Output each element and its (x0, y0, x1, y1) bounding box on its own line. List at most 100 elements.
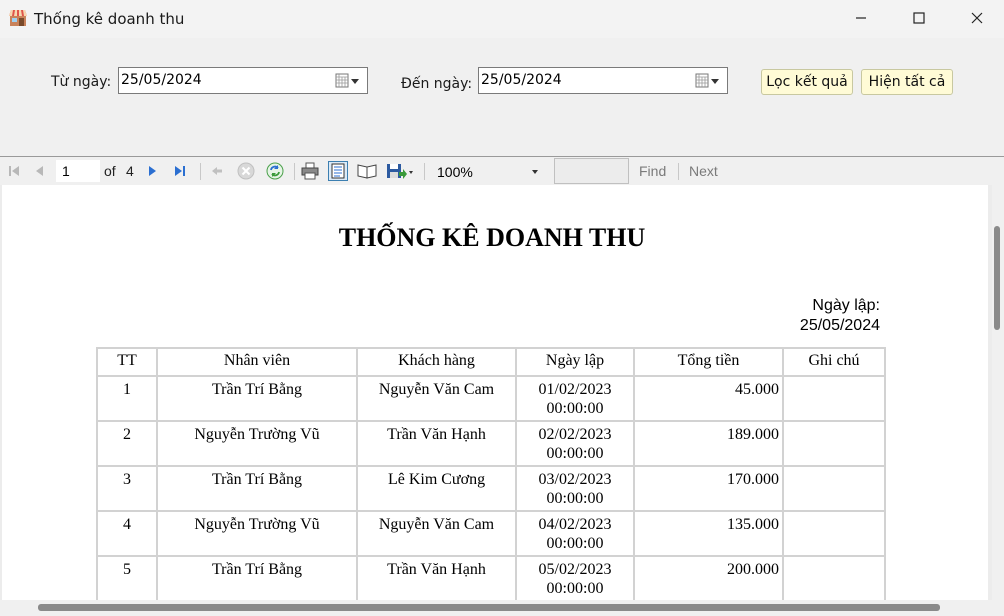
total-cell: 200.000 (633, 555, 784, 602)
back-button[interactable] (207, 161, 227, 181)
employee-cell: Trần Trí Bằng (156, 555, 358, 602)
note-cell (782, 510, 886, 557)
window-title: Thống kê doanh thu (34, 10, 185, 28)
employee-cell: Nguyễn Trường Vũ (156, 420, 358, 467)
note-cell (782, 420, 886, 467)
report-viewer: THỐNG KÊ DOANH THU Ngày lập: 25/05/2024 … (0, 185, 1004, 616)
first-page-button[interactable] (4, 161, 24, 181)
current-page-input[interactable]: 1 (56, 160, 100, 182)
row-index: 4 (96, 510, 158, 557)
column-header: Khách hàng (356, 347, 517, 377)
show-all-button[interactable]: Hiện tất cả (861, 69, 953, 95)
zoom-select[interactable]: 100% (432, 160, 544, 182)
previous-page-icon (36, 166, 43, 176)
from-date-picker[interactable]: 25/05/2024 (118, 67, 368, 94)
stop-button[interactable] (236, 161, 256, 181)
table-row: 1 Trần Trí Bằng Nguyễn Văn Cam 01/02/202… (96, 375, 886, 422)
export-icon (387, 164, 413, 179)
revenue-table: TT Nhân viên Khách hàng Ngày lập Tổng ti… (96, 347, 886, 602)
customer-cell: Nguyễn Văn Cam (356, 375, 517, 422)
table-row: 3 Trần Trí Bằng Lê Kim Cương 03/02/2023 0… (96, 465, 886, 512)
column-header: Ghi chú (782, 347, 886, 377)
report-date-value: 25/05/2024 (799, 317, 880, 334)
export-button[interactable] (385, 161, 415, 181)
date-value: 05/02/2023 (538, 561, 612, 578)
employee-cell: Nguyễn Trường Vũ (156, 510, 358, 557)
filter-panel: Từ ngày: 25/05/2024 Đến ngày: 25/05/2024… (0, 38, 1004, 156)
employee-cell: Trần Trí Bằng (156, 375, 358, 422)
close-button[interactable] (948, 0, 1004, 36)
date-cell: 05/02/2023 00:00:00 (515, 555, 635, 602)
table-row: 4 Nguyễn Trường Vũ Nguyễn Văn Cam 04/02/… (96, 510, 886, 557)
row-index: 1 (96, 375, 158, 422)
calendar-dropdown-icon (695, 73, 719, 88)
toolbar-separator (200, 163, 201, 180)
report-title: THỐNG KÊ DOANH THU (338, 223, 646, 252)
refresh-button[interactable] (265, 161, 285, 181)
total-cell: 45.000 (633, 375, 784, 422)
page-setup-button[interactable] (357, 161, 377, 181)
from-date-label: Từ ngày: (51, 74, 112, 90)
back-icon (212, 167, 222, 175)
page-setup-icon (357, 164, 377, 179)
stop-icon (237, 162, 255, 180)
to-date-picker[interactable]: 25/05/2024 (478, 67, 728, 94)
last-page-icon (175, 166, 185, 176)
print-button[interactable] (300, 161, 320, 181)
column-header: Ngày lập (515, 347, 635, 377)
date-cell: 01/02/2023 00:00:00 (515, 375, 635, 422)
report-date-label: Ngày lập: (812, 297, 880, 314)
column-header: Nhân viên (156, 347, 358, 377)
column-header: Tổng tiền (633, 347, 784, 377)
next-page-button[interactable] (142, 161, 162, 181)
vertical-scrollbar[interactable] (992, 185, 1004, 616)
date-cell: 03/02/2023 00:00:00 (515, 465, 635, 512)
vertical-scroll-thumb[interactable] (994, 226, 1000, 330)
date-value: 02/02/2023 (538, 426, 612, 443)
calendar-dropdown-icon (335, 73, 359, 88)
close-icon (971, 12, 983, 24)
customer-cell: Trần Văn Hạnh (356, 420, 517, 467)
horizontal-scroll-thumb[interactable] (38, 604, 940, 611)
previous-page-button[interactable] (30, 161, 50, 181)
time-value: 00:00:00 (546, 535, 604, 552)
toolbar-separator (294, 163, 295, 180)
last-page-button[interactable] (170, 161, 190, 181)
print-icon (301, 162, 319, 180)
row-index: 5 (96, 555, 158, 602)
date-value: 03/02/2023 (538, 471, 612, 488)
total-cell: 170.000 (633, 465, 784, 512)
time-value: 00:00:00 (546, 400, 604, 417)
row-index: 3 (96, 465, 158, 512)
to-date-label: Đến ngày: (401, 76, 473, 92)
horizontal-scrollbar[interactable] (0, 600, 1004, 616)
to-date-value: 25/05/2024 (481, 72, 562, 88)
minimize-icon (856, 17, 866, 19)
chevron-down-icon (532, 170, 538, 174)
toolbar-separator (424, 163, 425, 180)
total-cell: 189.000 (633, 420, 784, 467)
employee-cell: Trần Trí Bằng (156, 465, 358, 512)
title-bar: Thống kê doanh thu (0, 0, 1004, 38)
from-date-value: 25/05/2024 (121, 72, 202, 88)
customer-cell: Trần Văn Hạnh (356, 555, 517, 602)
of-label: of (104, 163, 116, 179)
filter-results-button[interactable]: Lọc kết quả (761, 69, 853, 95)
find-input[interactable] (554, 158, 629, 184)
maximize-icon (913, 12, 925, 24)
customer-cell: Nguyễn Văn Cam (356, 510, 517, 557)
app-store-icon (9, 10, 27, 26)
current-page-value: 1 (62, 163, 70, 179)
find-next-button[interactable]: Next (689, 163, 718, 179)
maximize-button[interactable] (890, 0, 948, 36)
date-cell: 02/02/2023 00:00:00 (515, 420, 635, 467)
next-page-icon (149, 166, 156, 176)
note-cell (782, 375, 886, 422)
report-page: THỐNG KÊ DOANH THU Ngày lập: 25/05/2024 … (2, 185, 988, 616)
minimize-button[interactable] (832, 0, 890, 36)
note-cell (782, 555, 886, 602)
time-value: 00:00:00 (546, 445, 604, 462)
print-layout-button[interactable] (328, 161, 348, 181)
report-toolbar: 1 of 4 100% Find Next (0, 156, 1004, 185)
find-button[interactable]: Find (639, 163, 666, 179)
